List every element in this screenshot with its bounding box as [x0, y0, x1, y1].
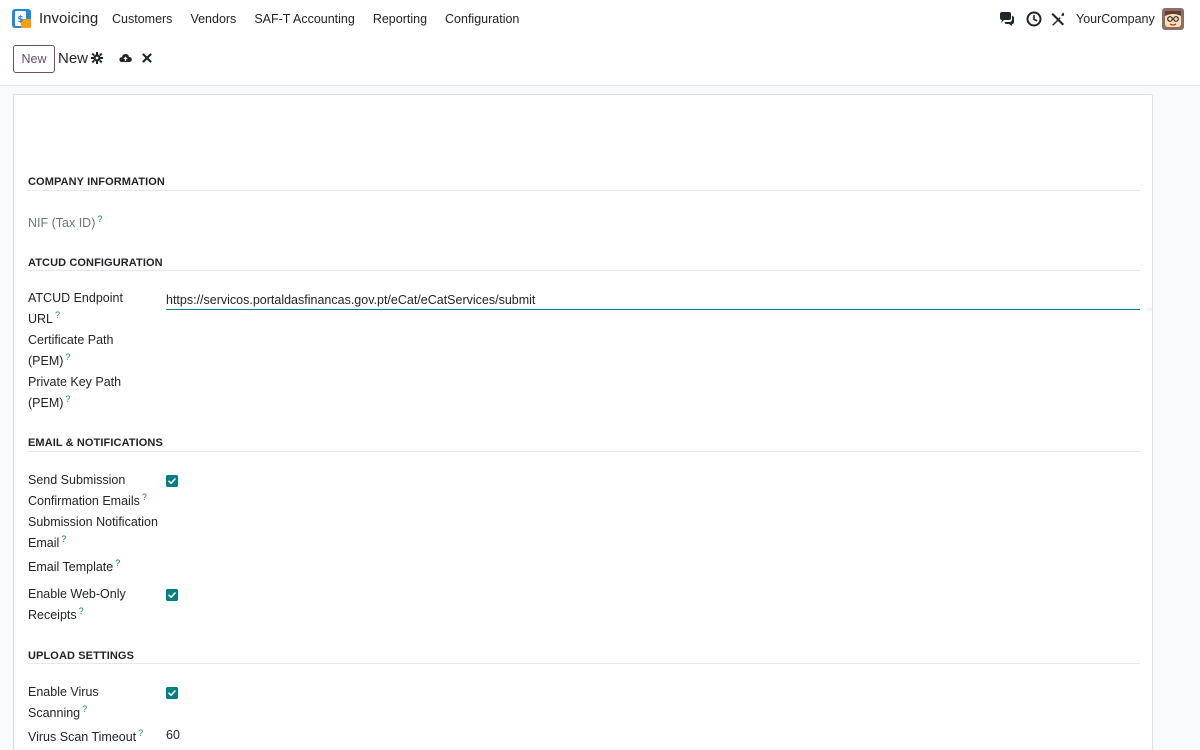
menu-customers[interactable]: Customers	[112, 12, 172, 26]
help-icon[interactable]: ?	[97, 214, 102, 224]
section-company-information: COMPANY INFORMATION	[28, 176, 165, 188]
send-confirmation-label: Send Submission Confirmation Emails?	[28, 473, 147, 509]
notification-email-label: Submission Notification Email?	[28, 515, 158, 551]
section-atcud-configuration: ATCUD CONFIGURATION	[28, 257, 163, 269]
menu-vendors[interactable]: Vendors	[190, 12, 236, 26]
section-divider	[28, 190, 1140, 191]
section-divider	[28, 270, 1140, 271]
virus-scanning-label: Enable Virus Scanning?	[28, 685, 99, 721]
email-template-label: Email Template?	[28, 558, 121, 575]
clock-icon[interactable]	[1026, 11, 1042, 27]
menu-reporting[interactable]: Reporting	[373, 12, 427, 26]
section-email-notifications: EMAIL & NOTIFICATIONS	[28, 437, 163, 449]
app-name[interactable]: Invoicing	[39, 10, 98, 27]
atcud-endpoint-url-input[interactable]	[166, 290, 1140, 310]
private-key-path-label: Private Key Path (PEM)?	[28, 375, 122, 411]
virus-scanning-checkbox[interactable]	[166, 687, 178, 699]
section-divider	[28, 451, 1140, 452]
help-icon[interactable]: ?	[142, 492, 147, 502]
discard-icon[interactable]	[142, 53, 152, 63]
new-button[interactable]: New	[13, 45, 55, 73]
help-icon[interactable]: ?	[61, 534, 66, 544]
help-icon[interactable]: ?	[65, 352, 70, 362]
nif-label: NIF (Tax ID)?	[28, 214, 103, 231]
breadcrumb: New	[58, 50, 89, 67]
help-icon[interactable]: ?	[115, 558, 120, 568]
form-sheet: COMPANY INFORMATION NIF (Tax ID)? ATCUD …	[13, 94, 1153, 750]
web-only-receipts-checkbox[interactable]	[166, 589, 178, 601]
menu-configuration[interactable]: Configuration	[445, 12, 519, 26]
send-confirmation-checkbox[interactable]	[166, 475, 178, 487]
cloud-upload-icon[interactable]	[119, 52, 132, 64]
help-icon[interactable]: ?	[65, 394, 70, 404]
chat-icon[interactable]	[999, 11, 1015, 27]
virus-scan-timeout-value[interactable]: 60	[166, 728, 180, 742]
atcud-endpoint-label: ATCUD Endpoint URL?	[28, 291, 123, 327]
section-divider	[28, 663, 1140, 664]
help-icon[interactable]: ?	[55, 310, 60, 320]
main-menu: Customers Vendors SAF-T Accounting Repor…	[112, 12, 537, 26]
invoicing-app-icon[interactable]: $	[12, 9, 31, 28]
web-only-receipts-label: Enable Web-Only Receipts?	[28, 587, 126, 623]
user-avatar[interactable]	[1162, 8, 1184, 30]
control-panel: New New	[0, 38, 1200, 86]
menu-saft-accounting[interactable]: SAF-T Accounting	[254, 12, 355, 26]
tools-icon[interactable]	[1050, 11, 1066, 27]
top-navbar: $ Invoicing Customers Vendors SAF-T Acco…	[0, 0, 1200, 38]
gear-icon[interactable]	[91, 52, 103, 64]
help-icon[interactable]: ?	[138, 728, 143, 738]
svg-text:$: $	[17, 15, 23, 25]
section-upload-settings: UPLOAD SETTINGS	[28, 650, 135, 662]
certificate-path-label: Certificate Path (PEM)?	[28, 333, 114, 369]
help-icon[interactable]: ?	[79, 606, 84, 616]
virus-scan-timeout-label: Virus Scan Timeout?	[28, 728, 144, 745]
company-switcher[interactable]: YourCompany	[1076, 12, 1155, 26]
help-icon[interactable]: ?	[82, 704, 87, 714]
